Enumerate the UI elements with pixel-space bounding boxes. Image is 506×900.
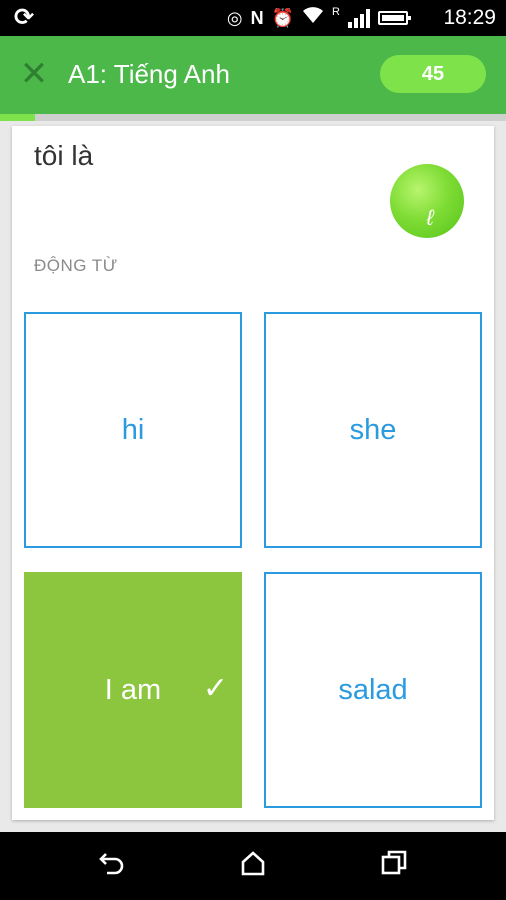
roaming-label: R (332, 6, 340, 18)
alarm-icon: ⏰ (271, 8, 295, 28)
recents-icon[interactable] (374, 848, 414, 884)
option-card-3[interactable]: I am ✓ (24, 572, 242, 808)
word-category: ĐỘNG TỪ (34, 256, 118, 275)
checkmark-icon: ✓ (202, 672, 228, 706)
lesson-title: A1: Tiếng Anh (68, 59, 230, 89)
home-icon[interactable] (233, 848, 273, 884)
prompt-text: tôi là (34, 140, 94, 171)
option-label: salad (338, 673, 408, 706)
signal-icon (348, 8, 370, 28)
sprout-icon: ℓ (426, 205, 434, 230)
app-bar: ✕ A1: Tiếng Anh 45 (0, 36, 506, 114)
sync-icon: ⟳ (13, 4, 35, 31)
lesson-progress-fill (0, 114, 36, 121)
clock: 18:29 (443, 6, 496, 29)
navigation-bar (0, 832, 506, 900)
exercise-card: tôi là ℓ ĐỘNG TỪ hi she I am ✓ salad (12, 126, 494, 820)
option-card-4[interactable]: salad (264, 572, 482, 808)
location-icon: ◎ (226, 8, 243, 28)
score-badge: 45 (380, 55, 486, 93)
option-label: she (349, 413, 397, 446)
nfc-icon: N (250, 8, 264, 28)
option-card-1[interactable]: hi (24, 312, 242, 548)
status-icons: ◎ N ⏰ R (226, 6, 411, 30)
battery-icon (378, 11, 411, 25)
lesson-progress-bar (0, 114, 506, 121)
option-label: hi (121, 413, 145, 446)
option-label: I am (104, 673, 162, 706)
option-card-2[interactable]: she (264, 312, 482, 548)
back-icon[interactable] (92, 848, 132, 884)
wifi-icon (302, 6, 324, 30)
status-bar: ⟳ ◎ N ⏰ R 18:29 (0, 0, 506, 36)
play-audio-button[interactable]: ℓ (390, 164, 464, 238)
close-icon[interactable]: ✕ (16, 54, 52, 94)
